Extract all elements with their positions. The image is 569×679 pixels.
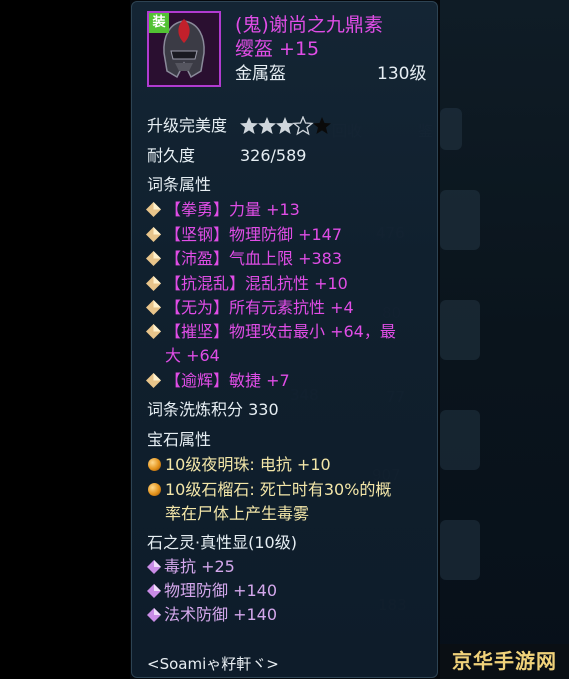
affix-line: 【沛盈】气血上限 +383 (165, 249, 343, 268)
affix-diamond-icon (146, 373, 161, 388)
star-filled-icon (240, 117, 258, 134)
spirit-stat: 物理防御 +140 (164, 581, 278, 600)
equip-badge: 装 (149, 13, 169, 33)
affix-line-cont: 大 +64 (165, 346, 220, 365)
gem-line: 10级石榴石: 死亡时有30%的概 (165, 480, 392, 499)
item-level: 130级 (377, 64, 427, 84)
upgrade-stars (240, 116, 331, 136)
affix-line: 【抗混乱】混乱抗性 +10 (165, 274, 348, 293)
item-name-cont: 缨盔 +15 (235, 38, 320, 60)
spirit-diamond-icon (147, 560, 161, 574)
upgrade-label: 升级完美度 (147, 116, 228, 135)
spirit-stat: 毒抗 +25 (164, 557, 235, 576)
spirit-diamond-icon (147, 608, 161, 622)
site-watermark: 京华手游网 (440, 644, 569, 679)
star-dark-icon (313, 117, 331, 134)
gem-orb-icon (148, 483, 161, 496)
affix-line: 【拳勇】力量 +13 (165, 200, 300, 219)
affix-line: 【坚钢】物理防御 +147 (165, 225, 343, 244)
spirit-diamond-icon (147, 584, 161, 598)
affix-diamond-icon (146, 251, 161, 266)
affix-line: 【逾辉】敏捷 +7 (165, 371, 290, 390)
left-dark-area (0, 0, 130, 679)
gem-orb-icon (148, 458, 161, 471)
durability-label: 耐久度 (147, 146, 196, 165)
spirit-stat: 法术防御 +140 (164, 605, 278, 624)
gem-header: 宝石属性 (147, 430, 212, 449)
inventory-background (440, 0, 569, 679)
owner-signature: <Soamiゃ籽軒ヾ> (147, 655, 279, 673)
affix-header: 词条属性 (147, 175, 212, 194)
affix-diamond-icon (146, 324, 161, 339)
star-filled-icon (276, 117, 294, 134)
durability-value: 326/589 (240, 146, 307, 165)
item-name: (鬼)谢尚之九鼎素 (235, 14, 383, 36)
star-filled-icon (258, 117, 276, 134)
affix-diamond-icon (146, 202, 161, 217)
affix-diamond-icon (146, 276, 161, 291)
item-type: 金属盔 (235, 64, 286, 84)
affix-line: 【无为】所有元素抗性 +4 (165, 298, 354, 317)
affix-line: 【摧坚】物理攻击最小 +64，最 (165, 322, 396, 341)
affix-diamond-icon (146, 300, 161, 315)
star-outline-icon (292, 116, 314, 136)
affix-diamond-icon (146, 227, 161, 242)
refine-points: 词条洗炼积分 330 (147, 400, 279, 419)
gem-line-cont: 率在尸体上产生毒雾 (165, 504, 310, 523)
spirit-header: 石之灵·真性显(10级) (147, 533, 297, 552)
gem-line: 10级夜明珠: 电抗 +10 (165, 455, 331, 474)
